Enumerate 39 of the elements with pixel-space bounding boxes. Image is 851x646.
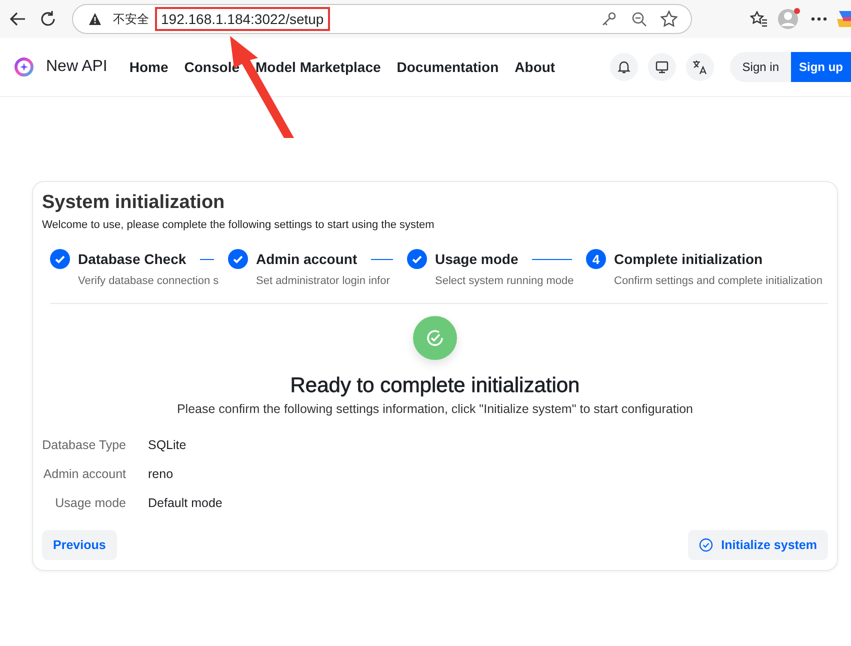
setting-label: Database Type (42, 438, 126, 452)
nav-link[interactable]: About (514, 59, 556, 75)
setting-label: Admin account (42, 467, 126, 481)
card-subtitle: Welcome to use, please complete the following settings to start using the system (42, 219, 436, 231)
step-description: Confirm settings and complete initialization (614, 275, 824, 287)
url-text: 192.168.1.184:3022/setup (155, 7, 330, 31)
monitor-icon[interactable] (648, 53, 676, 81)
step-number: 4 (586, 249, 606, 269)
nav-link[interactable]: Documentation (396, 59, 499, 75)
setting-label: Usage mode (54, 496, 126, 510)
sign-in-button[interactable]: Sign in (730, 52, 791, 82)
step-description: Set administrator login infor (256, 275, 391, 287)
brand-name: New API (46, 58, 108, 76)
setting-value: reno (148, 467, 174, 481)
bell-icon[interactable] (610, 53, 638, 81)
profile-icon[interactable] (777, 7, 801, 31)
address-bar[interactable]: 不安全 192.168.1.184:3022/setup (72, 4, 692, 34)
initialize-button[interactable]: Initialize system (688, 530, 828, 560)
nav-link[interactable]: Home (129, 59, 168, 75)
setting-value: Default mode (148, 496, 222, 510)
step-description: Verify database connection s (78, 275, 220, 287)
translate-icon[interactable] (686, 53, 714, 81)
step-title: Admin account (256, 251, 358, 267)
security-label: 不安全 (113, 10, 149, 28)
summary-message: Please confirm the following settings information, click "Initialize system" to start configuration (176, 402, 694, 416)
check-circle-icon (413, 316, 457, 360)
setting-value: SQLite (148, 438, 188, 452)
check-circle-icon (699, 538, 714, 552)
step-title: Usage mode (435, 251, 518, 267)
sign-up-button[interactable]: Sign up (791, 52, 851, 82)
step-title: Database Check (78, 251, 186, 267)
summary-heading: Ready to complete initialization (289, 374, 581, 398)
nav-link[interactable]: Model Marketplace (256, 59, 381, 75)
logo-icon (14, 57, 34, 77)
previous-button[interactable]: Previous (42, 530, 117, 560)
card-title: System initialization (42, 192, 226, 214)
nav-link[interactable]: Console (184, 59, 240, 75)
step-title: Complete initialization (614, 251, 763, 267)
step-description: Select system running mode (435, 275, 575, 287)
